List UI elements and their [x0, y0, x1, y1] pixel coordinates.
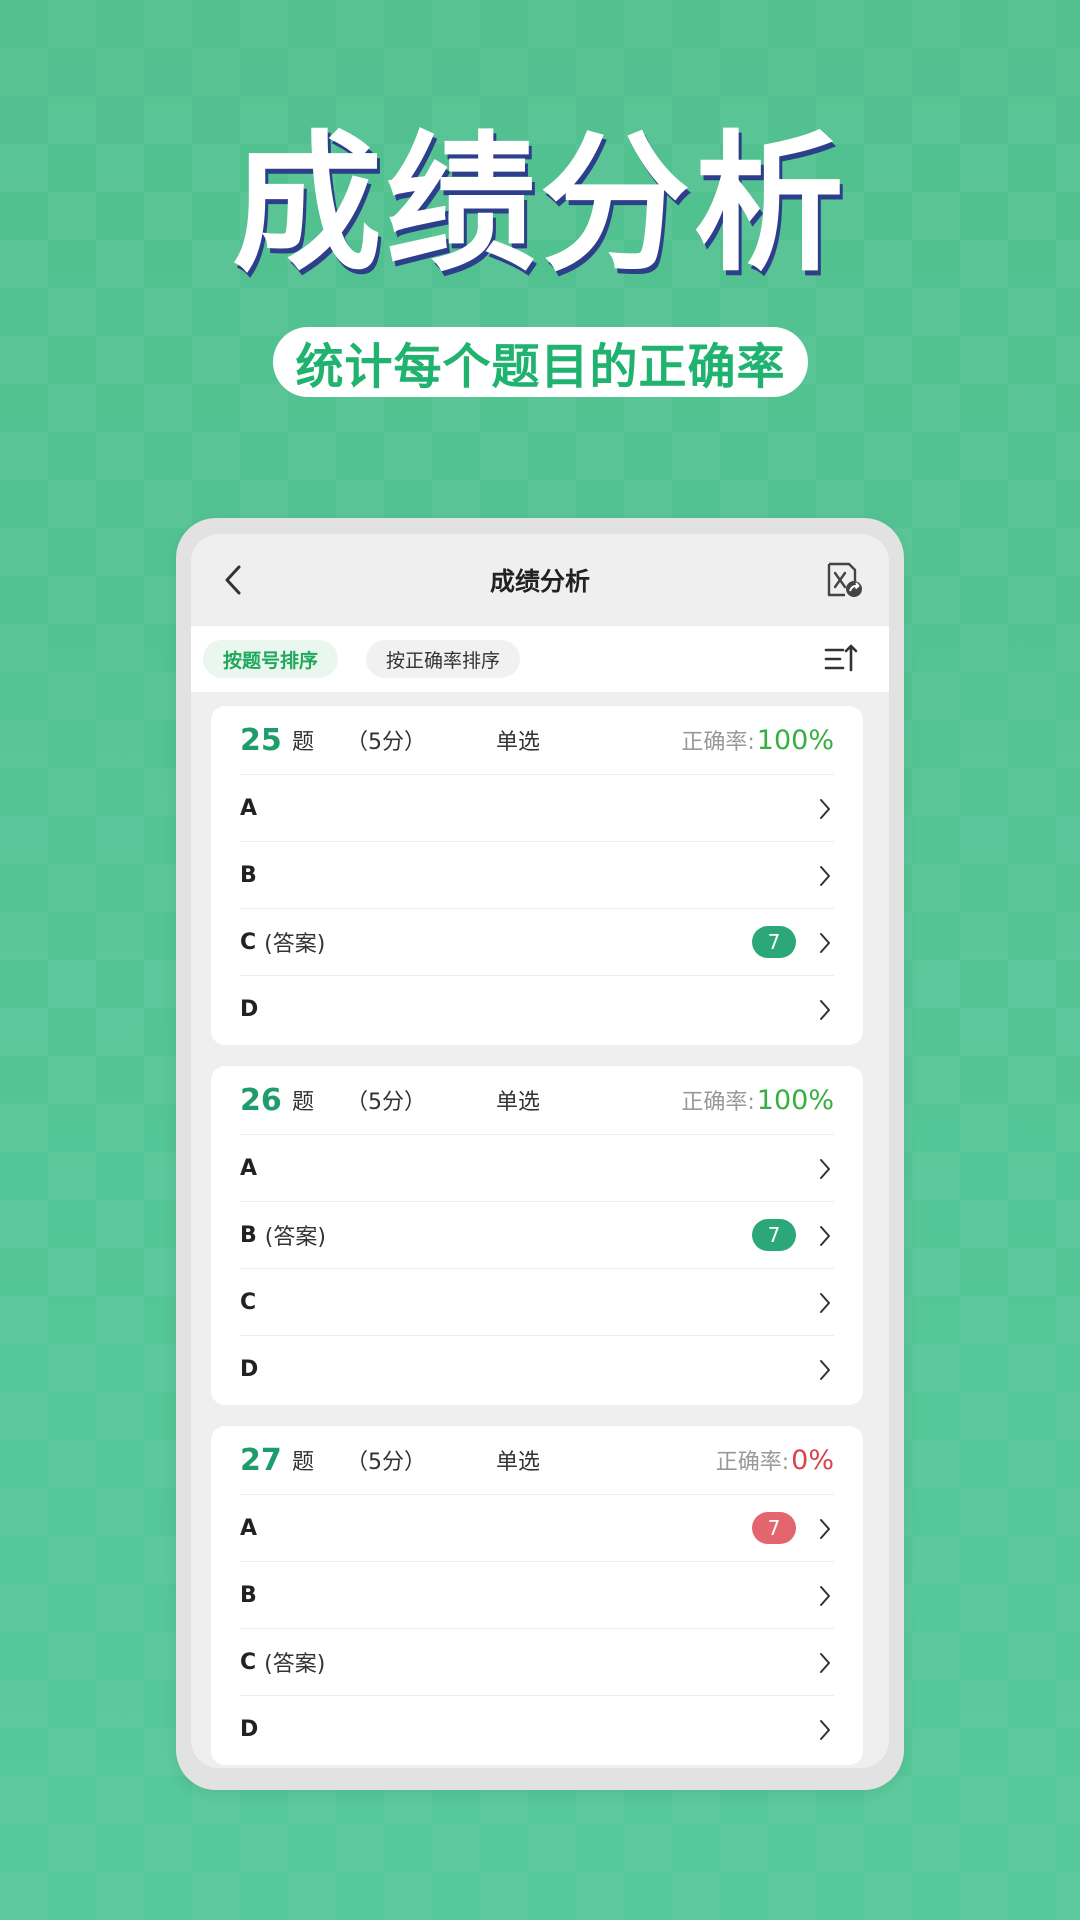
sort-by-accuracy-chip[interactable]: 按正确率排序: [366, 640, 521, 678]
page-title: 成绩分析: [489, 567, 590, 596]
chevron-right-icon: [820, 799, 830, 819]
option-letter: B: [240, 862, 257, 888]
question-card: 27 题 （5分） 单选 正确率:0% A 7 B C (答案) D: [211, 1426, 863, 1765]
option-letter: D: [240, 1357, 259, 1382]
option-letter: A: [240, 1155, 258, 1181]
selection-count-badge: 7: [752, 926, 796, 958]
chevron-right-icon: [820, 1293, 830, 1313]
option-letter: B: [240, 1582, 257, 1608]
question-unit: 题: [292, 1090, 315, 1115]
question-score: （5分）: [346, 1090, 426, 1115]
option-letter: B: [240, 1222, 257, 1248]
question-type: 单选: [496, 1450, 541, 1475]
option-letter: C: [240, 1289, 257, 1315]
option-row-d[interactable]: D: [240, 1336, 834, 1403]
back-button[interactable]: [213, 560, 253, 600]
chevron-right-icon: [820, 1586, 830, 1606]
accuracy-label: 正确率:: [715, 1450, 790, 1475]
option-letter: C: [240, 1649, 257, 1675]
question-type: 单选: [496, 1090, 541, 1115]
option-row-a[interactable]: A: [240, 1135, 834, 1202]
option-letter: C: [240, 929, 257, 955]
hero-title: 成绩分析: [231, 118, 848, 292]
accuracy-rate: 正确率:100%: [681, 724, 834, 756]
option-row-b[interactable]: B (答案) 7: [240, 1202, 834, 1269]
question-unit: 题: [292, 1450, 315, 1475]
option-row-c[interactable]: C (答案) 7: [240, 909, 834, 976]
option-row-a[interactable]: A 7: [240, 1495, 834, 1562]
sort-order-button[interactable]: [823, 642, 859, 676]
option-row-b[interactable]: B: [240, 842, 834, 909]
question-header: 27 题 （5分） 单选 正确率:0%: [240, 1426, 834, 1495]
chevron-right-icon: [820, 933, 830, 953]
excel-export-icon: [827, 562, 862, 597]
question-list: 25 题 （5分） 单选 正确率:100% A B C (答案) 7 D 26 …: [211, 706, 863, 1768]
selection-count-badge: 7: [752, 1512, 796, 1544]
question-number: 26: [240, 1082, 282, 1118]
option-letter: A: [240, 1515, 258, 1541]
chevron-right-icon: [820, 1360, 830, 1380]
option-letter: A: [240, 795, 258, 821]
option-row-d[interactable]: D: [240, 976, 834, 1043]
option-row-a[interactable]: A: [240, 775, 834, 842]
answer-marker: (答案): [264, 1225, 326, 1250]
sort-order-icon: [824, 644, 858, 672]
question-score: （5分）: [346, 1450, 426, 1475]
chevron-left-icon: [225, 565, 241, 595]
export-excel-button[interactable]: [823, 560, 867, 600]
phone-frame: 成绩分析 按题号排序 按正确率排序 25 题 （5分） 单选 正确率:100% …: [176, 518, 904, 1790]
option-row-c[interactable]: C: [240, 1269, 834, 1336]
answer-marker: (答案): [264, 1652, 326, 1677]
question-unit: 题: [292, 730, 315, 755]
sort-bar: 按题号排序 按正确率排序: [191, 626, 889, 692]
accuracy-value: 100%: [756, 1085, 834, 1116]
hero-subtitle-pill: 统计每个题目的正确率: [273, 327, 808, 397]
option-letter: D: [240, 997, 259, 1022]
chevron-right-icon: [820, 1000, 830, 1020]
chevron-right-icon: [820, 1159, 830, 1179]
option-row-c[interactable]: C (答案): [240, 1629, 834, 1696]
chevron-right-icon: [820, 1226, 830, 1246]
accuracy-label: 正确率:: [681, 730, 755, 755]
accuracy-value: 0%: [791, 1445, 834, 1476]
accuracy-rate: 正确率:0%: [716, 1444, 834, 1476]
question-number: 25: [240, 722, 282, 758]
question-header: 25 题 （5分） 单选 正确率:100%: [240, 706, 834, 775]
answer-marker: (答案): [264, 932, 326, 957]
option-row-d[interactable]: D: [240, 1696, 834, 1763]
hero-subtitle: 统计每个题目的正确率: [295, 339, 786, 395]
chevron-right-icon: [820, 1720, 830, 1740]
app-screen: 成绩分析 按题号排序 按正确率排序 25 题 （5分） 单选 正确率:100% …: [191, 534, 889, 1768]
question-card: 26 题 （5分） 单选 正确率:100% A B (答案) 7 C D: [211, 1066, 863, 1405]
chevron-right-icon: [820, 866, 830, 886]
question-number: 27: [240, 1442, 282, 1478]
navbar: 成绩分析: [191, 534, 889, 626]
question-score: （5分）: [346, 730, 426, 755]
chevron-right-icon: [820, 1653, 830, 1673]
question-card: 25 题 （5分） 单选 正确率:100% A B C (答案) 7 D: [211, 706, 863, 1045]
selection-count-badge: 7: [752, 1219, 796, 1251]
accuracy-value: 100%: [756, 725, 834, 756]
accuracy-rate: 正确率:100%: [681, 1084, 834, 1116]
option-row-b[interactable]: B: [240, 1562, 834, 1629]
chevron-right-icon: [820, 1519, 830, 1539]
accuracy-label: 正确率:: [681, 1090, 755, 1115]
sort-by-number-chip[interactable]: 按题号排序: [203, 640, 339, 678]
option-letter: D: [240, 1717, 259, 1742]
question-header: 26 题 （5分） 单选 正确率:100%: [240, 1066, 834, 1135]
question-type: 单选: [496, 730, 541, 755]
